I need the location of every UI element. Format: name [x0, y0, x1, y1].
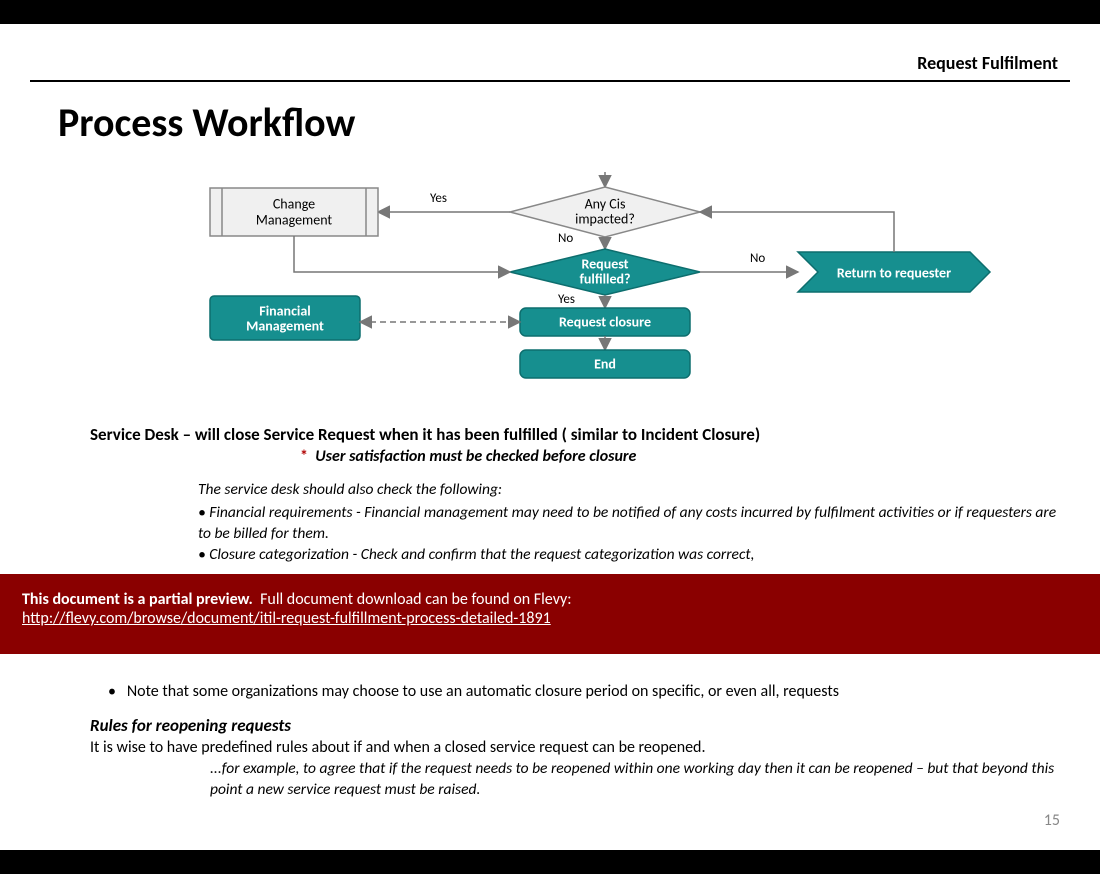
rules-body: It is wise to have predefined rules abou…	[90, 738, 1060, 757]
asterisk-line: * User satisfaction must be checked befo…	[300, 447, 1060, 466]
note-auto-closure: • Note that some organizations may choos…	[108, 682, 1060, 701]
process-return-requester-label: Return to requester	[837, 264, 951, 281]
label-yes-1: Yes	[430, 191, 447, 206]
decision-any-cis-label-2: impacted?	[575, 210, 635, 227]
preview-link[interactable]: http://flevy.com/browse/document/itil-re…	[22, 609, 551, 628]
bullet-1: • Financial requirements - Financial man…	[198, 503, 1060, 545]
check-bullets: • Financial requirements - Financial man…	[198, 503, 1060, 566]
preview-rest: Full document download can be found on F…	[260, 590, 571, 609]
check-intro: The service desk should also check the f…	[198, 480, 1060, 501]
page-title: Process Workflow	[58, 98, 355, 147]
asterisk-text: User satisfaction must be checked before…	[315, 447, 636, 466]
preview-bold: This document is a partial preview.	[22, 590, 253, 609]
header-label: Request Fulfilment	[917, 52, 1058, 74]
service-desk-line: Service Desk – will close Service Reques…	[90, 424, 1060, 445]
page-number: 15	[1044, 811, 1060, 830]
workflow-diagram: Any Cis impacted? Yes Change Management …	[200, 172, 1000, 392]
label-no-1: No	[558, 231, 573, 246]
process-request-closure-label: Request closure	[559, 313, 651, 330]
flowchart-svg: Any Cis impacted? Yes Change Management …	[200, 172, 1000, 392]
process-change-mgmt-l1: Change	[273, 195, 315, 212]
rules-example: ...for example, to agree that if the req…	[210, 759, 1060, 801]
label-yes-2: Yes	[558, 292, 575, 307]
rules-header: Rules for reopening requests	[90, 715, 1060, 736]
header-rule	[30, 80, 1070, 82]
process-financial-mgmt-l2: Management	[246, 317, 324, 334]
process-change-mgmt-l2: Management	[256, 211, 333, 228]
after-banner: • Note that some organizations may choos…	[90, 682, 1060, 801]
content-block: Service Desk – will close Service Reques…	[90, 424, 1060, 566]
label-no-2: No	[750, 251, 765, 266]
process-end-label: End	[594, 355, 616, 372]
decision-request-fulfilled-l2: fulfilled?	[579, 270, 630, 287]
bullet-2: • Closure categorization - Check and con…	[198, 545, 1060, 566]
slide: Request Fulfilment Process Workflow Any …	[0, 24, 1100, 850]
preview-banner: This document is a partial preview. Full…	[0, 574, 1100, 654]
asterisk-icon: *	[300, 447, 308, 466]
